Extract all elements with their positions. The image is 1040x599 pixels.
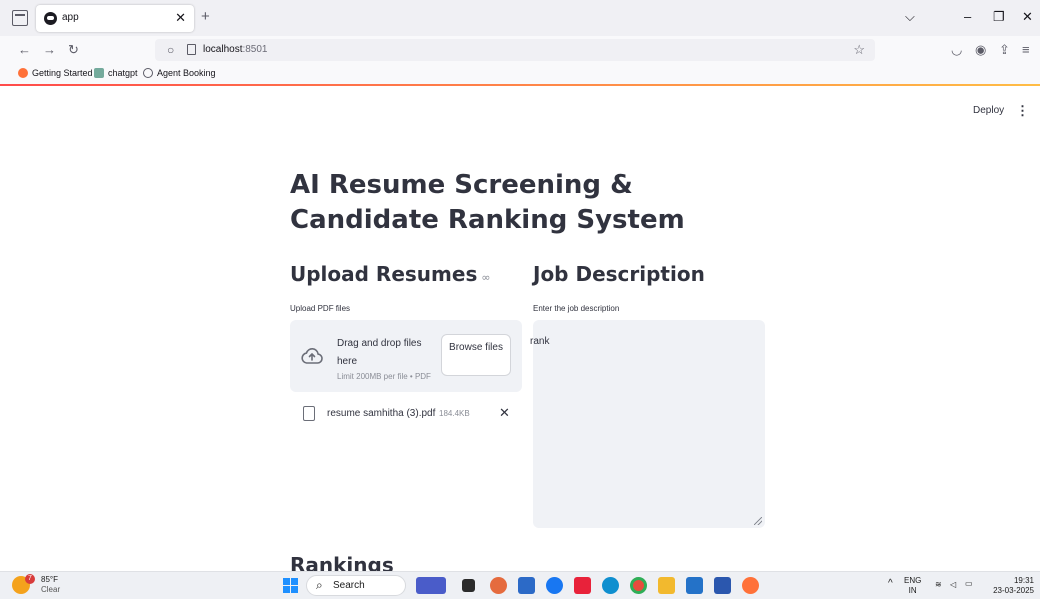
word-icon[interactable]: [714, 577, 731, 594]
chrome-icon[interactable]: [630, 577, 647, 594]
facebook-icon[interactable]: [546, 577, 563, 594]
streamlit-decoration-bar: [0, 84, 1040, 86]
windows-start-icon[interactable]: [283, 578, 298, 593]
region: IN: [908, 586, 917, 595]
vscode-icon[interactable]: [686, 577, 703, 594]
firefox-icon: [18, 68, 28, 78]
file-dropzone[interactable]: Drag and drop files here Limit 200MB per…: [290, 320, 522, 392]
youtube-icon[interactable]: [574, 577, 591, 594]
bookmark-label: Agent Booking: [157, 68, 216, 78]
upload-resumes-heading: Upload Resumes ∞: [290, 262, 491, 286]
tab-list-icon[interactable]: [12, 10, 28, 26]
shield-icon[interactable]: ○: [167, 43, 174, 57]
dropzone-limit: Limit 200MB per file • PDF: [337, 372, 431, 381]
bookmark-agent-booking[interactable]: Agent Booking: [143, 68, 216, 78]
windows-taskbar: 7 85°F Clear ⌕ Search ^ ENG IN ≋ ◁ ▭ 19:3…: [0, 571, 1040, 599]
chatgpt-icon: [94, 68, 104, 78]
job-description-value: rank: [530, 336, 550, 347]
resize-grip-icon[interactable]: [754, 517, 762, 525]
upload-heading-text: Upload Resumes: [290, 262, 478, 286]
weather-condition: Clear: [41, 585, 61, 594]
date: 23-03-2025: [993, 586, 1034, 595]
jd-label: Enter the job description: [533, 304, 620, 313]
taskbar-search[interactable]: ⌕ Search: [306, 575, 406, 596]
deploy-button[interactable]: Deploy: [973, 105, 1004, 116]
anchor-link-icon[interactable]: ∞: [481, 271, 490, 284]
url-bar[interactable]: ○ localhost:8501 ☆: [155, 39, 875, 61]
tab-title: app: [62, 12, 79, 23]
minimize-icon[interactable]: –: [964, 9, 971, 24]
page-title: AI Resume Screening & Candidate Ranking …: [290, 170, 685, 235]
pocket-icon[interactable]: ◡: [951, 42, 962, 58]
chevron-down-icon[interactable]: ⌵: [905, 9, 915, 25]
weather-badge: 7: [25, 574, 35, 584]
file-explorer-icon[interactable]: [658, 577, 675, 594]
job-description-heading: Job Description: [533, 262, 705, 286]
bookmark-star-icon[interactable]: ☆: [853, 42, 865, 58]
clock[interactable]: 19:31 23-03-2025: [988, 576, 1034, 596]
browser-nav-bar: ← → ↻ ○ localhost:8501 ☆ ◡ ◉ ⇪ ≡: [0, 36, 1040, 64]
bookmark-getting-started[interactable]: Getting Started: [18, 68, 93, 78]
firefox-taskbar-icon[interactable]: [742, 577, 759, 594]
volume-icon[interactable]: ◁: [950, 580, 956, 590]
url-text[interactable]: localhost:8501: [203, 44, 268, 55]
close-window-icon[interactable]: ✕: [1022, 9, 1033, 25]
url-port: :8501: [242, 44, 268, 55]
back-icon[interactable]: ←: [18, 42, 31, 57]
uploaded-file-name: resume samhitha (3).pdf: [327, 408, 436, 419]
streamlit-favicon-icon: [44, 12, 57, 25]
store-icon[interactable]: [518, 577, 535, 594]
edge-icon[interactable]: [602, 577, 619, 594]
job-description-textarea[interactable]: rank: [530, 320, 765, 528]
dropzone-instructions: Drag and drop files here: [337, 338, 422, 367]
reload-icon[interactable]: ↻: [68, 42, 79, 58]
cloud-upload-icon: [301, 348, 323, 364]
globe-icon: [143, 68, 153, 78]
tray-chevron-icon[interactable]: ^: [888, 579, 893, 589]
upload-label: Upload PDF files: [290, 304, 351, 313]
new-tab-icon[interactable]: +: [201, 8, 210, 25]
url-host: localhost: [203, 44, 243, 55]
language-indicator[interactable]: ENG IN: [904, 576, 921, 596]
uploaded-file-row: resume samhitha (3).pdf 184.4KB ✕: [303, 404, 523, 424]
bookmark-label: Getting Started: [32, 68, 93, 78]
uploaded-file-size: 184.4KB: [439, 409, 470, 418]
page-icon: [187, 44, 196, 55]
bookmarks-bar: Getting Started chatgpt Agent Booking: [0, 64, 1040, 84]
battery-icon[interactable]: ▭: [965, 579, 973, 589]
wifi-icon[interactable]: ≋: [935, 580, 942, 590]
bookmark-chatgpt[interactable]: chatgpt: [94, 68, 138, 78]
browser-tab-app[interactable]: app ✕: [36, 5, 194, 32]
main-menu-icon[interactable]: ⋮: [1016, 103, 1029, 119]
temperature: 85°F: [41, 575, 58, 584]
widgets-icon[interactable]: [416, 577, 446, 594]
search-placeholder: Search: [333, 580, 365, 591]
file-icon: [303, 406, 315, 421]
time: 19:31: [1013, 576, 1034, 585]
account-icon[interactable]: ◉: [975, 42, 986, 58]
language: ENG: [904, 576, 922, 585]
search-icon: ⌕: [316, 578, 323, 592]
restore-icon[interactable]: ❐: [993, 9, 1005, 25]
extensions-icon[interactable]: ⇪: [999, 42, 1010, 58]
remove-file-icon[interactable]: ✕: [499, 405, 510, 421]
menu-icon[interactable]: ≡: [1022, 42, 1030, 57]
browse-files-button[interactable]: Browse files: [441, 334, 511, 376]
task-view-icon[interactable]: [462, 579, 475, 592]
bookmark-label: chatgpt: [108, 68, 138, 78]
copilot-icon[interactable]: [490, 577, 507, 594]
forward-icon[interactable]: →: [43, 42, 56, 57]
browser-tab-bar: app ✕ + ⌵ – ❐ ✕: [0, 0, 1040, 36]
tab-close-icon[interactable]: ✕: [175, 10, 186, 26]
